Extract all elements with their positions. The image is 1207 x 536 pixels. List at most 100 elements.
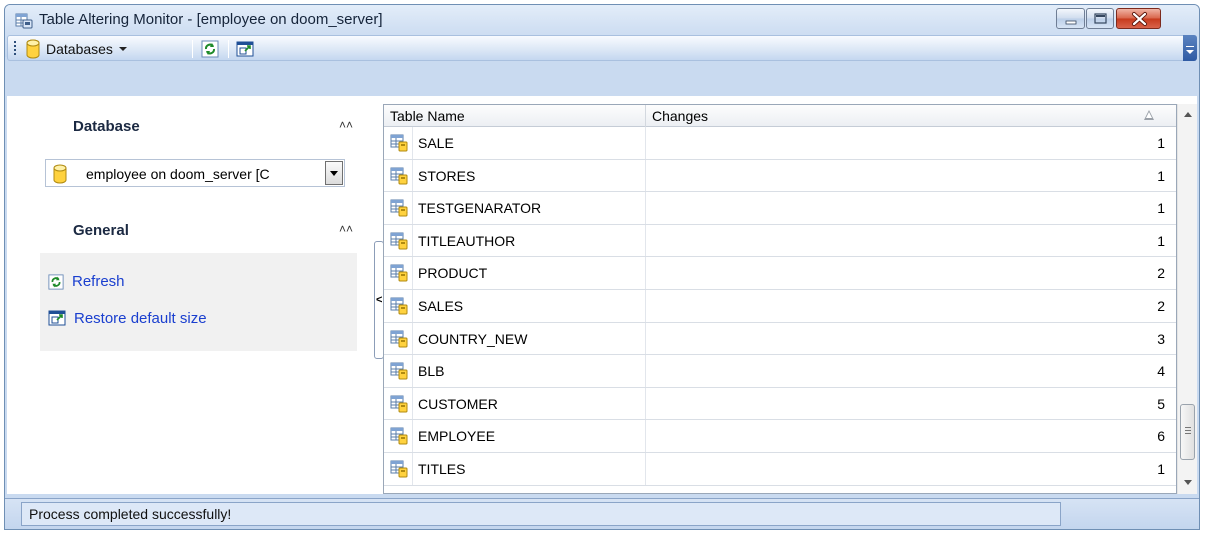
table-icon [390, 427, 408, 448]
column-header-changes[interactable]: Changes [652, 108, 708, 124]
title-bar[interactable]: Table Altering Monitor - [employee on do… [5, 5, 1199, 61]
table-row[interactable]: TESTGENARATOR 1 [384, 192, 1176, 225]
app-window: Table Altering Monitor - [employee on do… [4, 4, 1200, 530]
table-row[interactable]: BLB 4 [384, 355, 1176, 388]
changes-cell: 4 [1157, 363, 1165, 380]
table-name-cell: PRODUCT [418, 265, 488, 282]
status-panel: Process completed successfully! [21, 502, 1061, 526]
tables-grid: Table Name Changes SALE 1 STORES 1 TESTGENAR… [383, 104, 1177, 494]
refresh-link[interactable]: Refresh [48, 273, 125, 290]
scrollbar-thumb[interactable] [1180, 404, 1195, 460]
table-row[interactable]: SALE 1 [384, 127, 1176, 160]
table-name-cell: TITLES [418, 460, 466, 477]
scroll-up-icon[interactable] [1184, 112, 1192, 117]
changes-cell: 1 [1157, 200, 1165, 217]
restore-default-size-label: Restore default size [74, 309, 207, 327]
table-icon [390, 167, 408, 188]
maximize-button[interactable] [1086, 8, 1114, 29]
table-name-cell: TESTGENARATOR [418, 200, 542, 217]
refresh-link-label: Refresh [72, 273, 125, 290]
table-row[interactable]: TITLES 1 [384, 452, 1176, 486]
table-icon [390, 330, 408, 351]
table-icon [390, 395, 408, 416]
maximize-icon [1094, 13, 1107, 24]
database-icon [53, 164, 67, 184]
table-name-cell: COUNTRY_NEW [418, 330, 528, 347]
close-button[interactable] [1116, 8, 1161, 29]
table-row[interactable]: COUNTRY_NEW 3 [384, 322, 1176, 356]
database-section-title: Database [73, 118, 140, 135]
restore-size-icon[interactable] [236, 40, 254, 58]
minimize-button[interactable] [1056, 8, 1085, 29]
table-name-cell: BLB [418, 363, 445, 380]
collapse-icon[interactable]: ˄˄ [339, 222, 353, 236]
toolbar-grip[interactable] [14, 41, 17, 56]
refresh-icon[interactable] [201, 40, 219, 58]
chevron-left-icon[interactable]: < [376, 294, 382, 306]
table-row[interactable]: EMPLOYEE 6 [384, 420, 1176, 453]
toolbar-separator [192, 40, 193, 58]
toolbar-separator [228, 40, 229, 58]
table-icon [390, 264, 408, 285]
changes-cell: 1 [1157, 135, 1165, 151]
general-section-header[interactable]: General ˄˄ [37, 208, 357, 248]
status-message: Process completed successfully! [29, 506, 232, 522]
table-name-cell: SALE [418, 135, 454, 151]
navigation-pane: Database ˄˄ employee on doom_server [C G… [7, 96, 377, 494]
general-section-title: General [73, 222, 129, 239]
collapse-icon[interactable]: ˄˄ [339, 118, 353, 132]
vertical-scrollbar[interactable] [1177, 104, 1197, 494]
table-name-cell: EMPLOYEE [418, 428, 496, 445]
refresh-icon [48, 273, 64, 290]
toolbar-overflow-button[interactable] [1183, 35, 1197, 61]
changes-cell: 6 [1157, 428, 1165, 445]
database-select[interactable]: employee on doom_server [C [45, 159, 345, 187]
window-title: Table Altering Monitor - [employee on do… [39, 11, 383, 28]
column-header-table-name[interactable]: Table Name [390, 108, 465, 124]
table-row[interactable]: TITLEAUTHOR 1 [384, 224, 1176, 258]
grid-body: SALE 1 STORES 1 TESTGENARATOR 1 TITLEAUTHOR 1 PR… [384, 127, 1176, 486]
table-name-cell: SALES [418, 297, 464, 314]
table-row[interactable]: STORES 1 [384, 159, 1176, 193]
general-actions-panel: Refresh Restore default size [40, 253, 357, 351]
database-select-value: employee on doom_server [C [86, 166, 270, 182]
database-section-header[interactable]: Database ˄˄ [37, 104, 357, 144]
table-icon [390, 297, 408, 318]
table-icon [390, 199, 408, 220]
table-name-cell: STORES [418, 167, 476, 184]
main-area: Database ˄˄ employee on doom_server [C G… [7, 96, 1197, 494]
table-icon [390, 460, 408, 481]
table-icon [390, 362, 408, 383]
sort-ascending-icon [1144, 110, 1154, 120]
changes-cell: 2 [1157, 265, 1165, 282]
table-row[interactable]: CUSTOMER 5 [384, 387, 1176, 421]
scroll-down-icon[interactable] [1184, 480, 1192, 485]
restore-size-icon [48, 310, 66, 326]
changes-cell: 1 [1157, 460, 1165, 477]
status-bar: Process completed successfully! [5, 498, 1199, 529]
restore-default-size-link[interactable]: Restore default size [48, 309, 207, 327]
database-icon [26, 39, 40, 58]
chevron-down-icon [118, 46, 127, 51]
dropdown-button[interactable] [325, 161, 343, 185]
toolbar: Databases [7, 35, 1197, 61]
changes-cell: 5 [1157, 395, 1165, 412]
chevron-down-icon [330, 171, 338, 176]
table-icon [390, 232, 408, 253]
grid-header: Table Name Changes [384, 105, 1176, 127]
table-name-cell: TITLEAUTHOR [418, 232, 516, 249]
table-name-cell: CUSTOMER [418, 395, 498, 412]
changes-cell: 1 [1157, 167, 1165, 184]
close-icon [1132, 12, 1147, 26]
changes-cell: 2 [1157, 297, 1165, 314]
column-divider[interactable] [645, 105, 646, 127]
table-monitor-icon [15, 13, 33, 29]
databases-dropdown-button[interactable]: Databases [26, 38, 127, 59]
table-row[interactable]: SALES 2 [384, 289, 1176, 323]
table-icon [390, 134, 408, 155]
databases-label: Databases [46, 40, 113, 57]
table-row[interactable]: PRODUCT 2 [384, 257, 1176, 290]
changes-cell: 1 [1157, 232, 1165, 249]
changes-cell: 3 [1157, 330, 1165, 347]
minimize-icon [1065, 20, 1077, 25]
